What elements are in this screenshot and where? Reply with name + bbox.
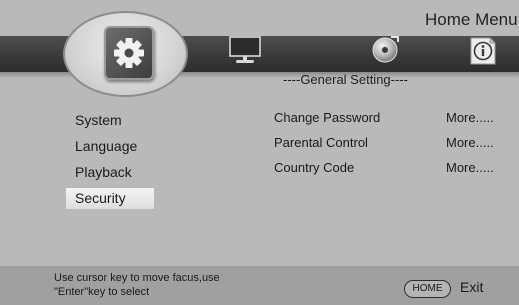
setting-more-link[interactable]: More..... xyxy=(446,110,494,125)
menu-title: Home Menu xyxy=(425,10,518,29)
setting-row-country-code[interactable]: Country Code More..... xyxy=(274,160,504,185)
setting-row-parental-control[interactable]: Parental Control More..... xyxy=(274,135,504,160)
info-tab[interactable] xyxy=(468,35,498,72)
section-title: ----General Setting---- xyxy=(283,72,408,87)
home-key-button[interactable]: HOME xyxy=(404,280,451,298)
setting-label: Parental Control xyxy=(274,135,368,150)
footer-bar: Use cursor key to move facus,use "Enter"… xyxy=(0,266,519,305)
tv-tab[interactable] xyxy=(229,36,261,71)
gear-icon xyxy=(114,38,144,68)
info-icon xyxy=(470,37,496,65)
settings-list: Change Password More..... Parental Contr… xyxy=(274,110,504,185)
footer-hint: Use cursor key to move facus,use "Enter"… xyxy=(54,272,220,298)
setting-more-link[interactable]: More..... xyxy=(446,160,494,175)
disc-icon xyxy=(372,36,399,63)
left-menu-item-security[interactable]: Security xyxy=(66,188,154,209)
setting-label: Country Code xyxy=(274,160,355,175)
setting-more-link[interactable]: More..... xyxy=(446,135,494,150)
disc-tab[interactable] xyxy=(369,34,401,69)
setting-row-change-password[interactable]: Change Password More..... xyxy=(274,110,504,135)
setup-tab[interactable] xyxy=(104,26,154,80)
exit-label: Exit xyxy=(460,279,484,295)
setting-label: Change Password xyxy=(274,110,381,125)
left-menu-item-playback[interactable]: Playback xyxy=(66,162,154,183)
left-menu-item-system[interactable]: System xyxy=(66,110,154,131)
left-menu: System Language Playback Security xyxy=(66,110,154,214)
home-menu-screen: Home Menu ----General Setting---- System… xyxy=(0,0,519,305)
tv-icon xyxy=(229,36,261,63)
left-menu-item-language[interactable]: Language xyxy=(66,136,154,157)
